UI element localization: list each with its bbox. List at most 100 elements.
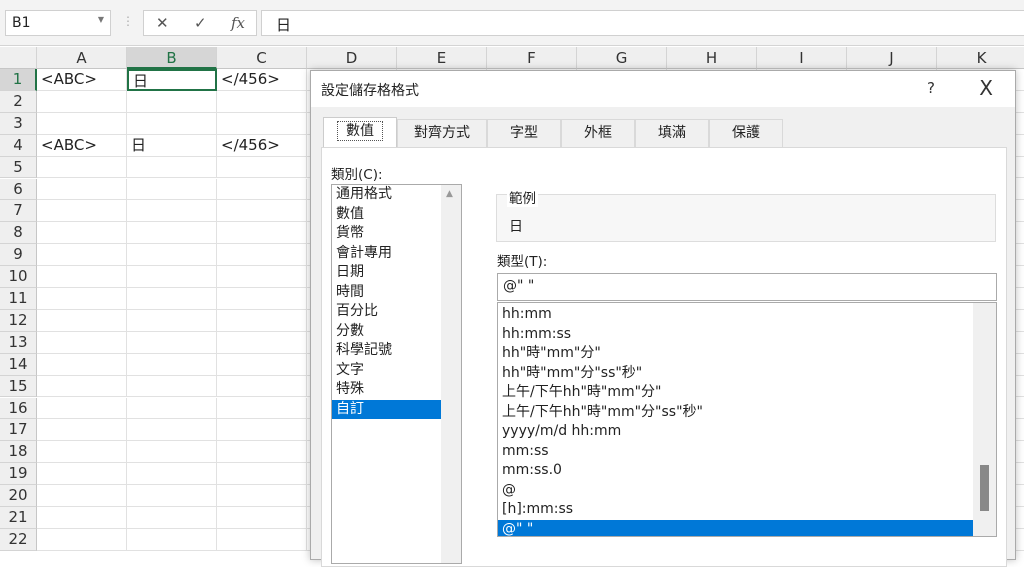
format-item[interactable]: hh:mm [498, 305, 973, 325]
cell-C12[interactable] [217, 309, 307, 332]
cell-C14[interactable] [217, 353, 307, 376]
cell-A19[interactable] [37, 463, 127, 486]
cell-C2[interactable] [217, 90, 307, 113]
row-header-22[interactable]: 22 [0, 528, 37, 551]
cell-A18[interactable] [37, 441, 127, 464]
format-item[interactable]: 上午/下午hh"時"mm"分" [498, 383, 973, 403]
column-header-F[interactable]: F [487, 47, 577, 69]
cell-A17[interactable] [37, 419, 127, 442]
tab-4[interactable]: 填滿 [635, 119, 709, 147]
format-item[interactable]: hh:mm:ss [498, 325, 973, 345]
scrollbar[interactable]: ▲ [441, 185, 461, 563]
tab-2[interactable]: 字型 [487, 119, 561, 147]
cell-A10[interactable] [37, 266, 127, 288]
row-header-11[interactable]: 11 [0, 288, 37, 310]
cell-A1[interactable]: <ABC> [37, 69, 127, 91]
format-item[interactable]: mm:ss.0 [498, 461, 973, 481]
cell-A9[interactable] [37, 244, 127, 267]
row-header-9[interactable]: 9 [0, 244, 37, 267]
cell-A20[interactable] [37, 485, 127, 507]
row-header-19[interactable]: 19 [0, 463, 37, 486]
cell-C22[interactable] [217, 528, 307, 551]
cell-B22[interactable] [127, 528, 217, 551]
close-button[interactable]: X [979, 76, 993, 100]
cell-B19[interactable] [127, 463, 217, 486]
row-header-7[interactable]: 7 [0, 200, 37, 223]
row-header-18[interactable]: 18 [0, 441, 37, 464]
row-header-21[interactable]: 21 [0, 507, 37, 529]
cell-C5[interactable] [217, 156, 307, 179]
cell-C18[interactable] [217, 441, 307, 464]
row-header-12[interactable]: 12 [0, 309, 37, 332]
cell-B4[interactable]: 日 [127, 134, 217, 157]
cell-C17[interactable] [217, 419, 307, 442]
cell-B16[interactable] [127, 397, 217, 420]
cancel-icon[interactable]: ✕ [156, 14, 169, 32]
cell-B11[interactable] [127, 288, 217, 310]
format-item[interactable]: mm:ss [498, 442, 973, 462]
column-header-E[interactable]: E [397, 47, 487, 69]
cell-B18[interactable] [127, 441, 217, 464]
cell-A13[interactable] [37, 331, 127, 354]
row-header-14[interactable]: 14 [0, 353, 37, 376]
format-item[interactable]: hh"時"mm"分" [498, 344, 973, 364]
cell-C8[interactable] [217, 222, 307, 245]
cell-B17[interactable] [127, 419, 217, 442]
cell-B8[interactable] [127, 222, 217, 245]
format-item[interactable]: yyyy/m/d hh:mm [498, 422, 973, 442]
cell-C7[interactable] [217, 200, 307, 223]
cell-C11[interactable] [217, 288, 307, 310]
cell-C3[interactable] [217, 112, 307, 135]
cell-C19[interactable] [217, 463, 307, 486]
column-header-G[interactable]: G [577, 47, 667, 69]
category-item[interactable]: 自訂 [332, 399, 441, 419]
scrollbar[interactable] [973, 303, 996, 536]
row-header-6[interactable]: 6 [0, 178, 37, 201]
column-header-A[interactable]: A [37, 47, 127, 69]
row-header-1[interactable]: 1 [0, 69, 37, 91]
category-list[interactable]: 通用格式 數值 貨幣 會計專用 日期 時間 百分比 分數 科學記號 文字 特殊 自訂 ▲ [331, 184, 462, 564]
cell-B6[interactable] [127, 178, 217, 201]
row-header-4[interactable]: 4 [0, 134, 37, 157]
cell-B7[interactable] [127, 200, 217, 223]
cell-B3[interactable] [127, 112, 217, 135]
cell-A22[interactable] [37, 528, 127, 551]
cell-B12[interactable] [127, 309, 217, 332]
name-box[interactable]: B1 ▼ [5, 10, 111, 36]
row-header-3[interactable]: 3 [0, 112, 37, 135]
format-item[interactable]: @ [498, 481, 973, 501]
format-item[interactable]: hh"時"mm"分"ss"秒" [498, 364, 973, 384]
cell-B13[interactable] [127, 331, 217, 354]
cell-B15[interactable] [127, 375, 217, 398]
cell-A15[interactable] [37, 375, 127, 398]
tab-1[interactable]: 對齊方式 [397, 119, 487, 147]
cell-C20[interactable] [217, 485, 307, 507]
cell-C13[interactable] [217, 331, 307, 354]
cell-A4[interactable]: <ABC> [37, 134, 127, 157]
cell-A8[interactable] [37, 222, 127, 245]
column-header-K[interactable]: K [937, 47, 1024, 69]
cell-B10[interactable] [127, 266, 217, 288]
row-header-16[interactable]: 16 [0, 397, 37, 420]
cell-C21[interactable] [217, 507, 307, 529]
row-header-20[interactable]: 20 [0, 485, 37, 507]
row-header-10[interactable]: 10 [0, 266, 37, 288]
cell-A12[interactable] [37, 309, 127, 332]
column-header-C[interactable]: C [217, 47, 307, 69]
cell-A21[interactable] [37, 507, 127, 529]
cell-A11[interactable] [37, 288, 127, 310]
format-item[interactable]: 上午/下午hh"時"mm"分"ss"秒" [498, 403, 973, 423]
format-item[interactable]: [h]:mm:ss [498, 500, 973, 520]
chevron-down-icon[interactable]: ▼ [98, 15, 104, 24]
cell-B2[interactable] [127, 90, 217, 113]
cell-A14[interactable] [37, 353, 127, 376]
enter-icon[interactable]: ✓ [194, 14, 207, 32]
cell-C6[interactable] [217, 178, 307, 201]
cell-B5[interactable] [127, 156, 217, 179]
format-item[interactable]: @" " [498, 519, 973, 536]
column-header-H[interactable]: H [667, 47, 757, 69]
insert-function-icon[interactable]: fx [231, 14, 245, 32]
type-input[interactable]: @" " [497, 273, 997, 301]
column-header-J[interactable]: J [847, 47, 937, 69]
tab-0[interactable]: 數值 [323, 117, 397, 147]
